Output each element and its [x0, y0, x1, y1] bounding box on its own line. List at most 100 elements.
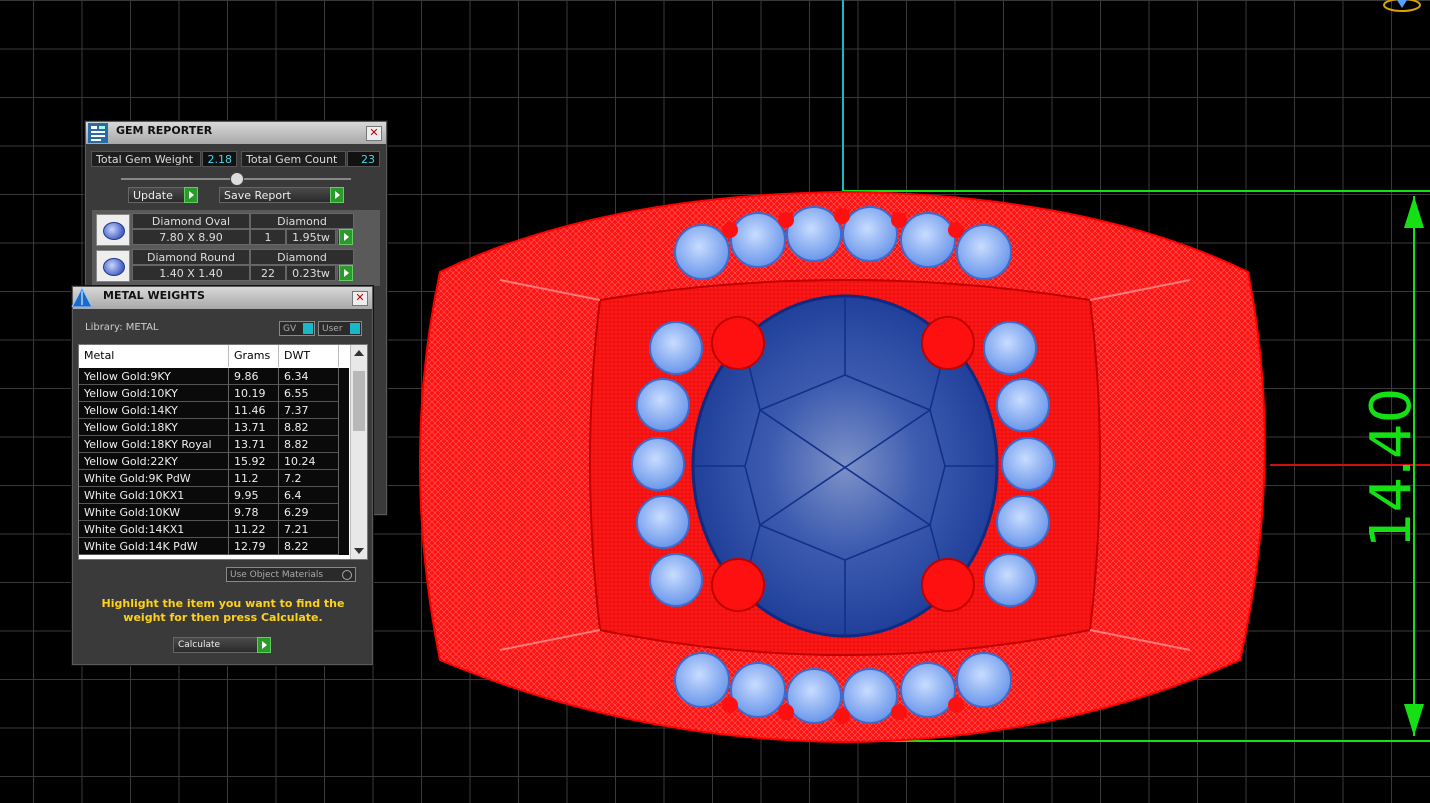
- scroll-thumb[interactable]: [353, 371, 365, 431]
- metal-cell: White Gold:10KW: [79, 504, 229, 521]
- metal-weights-icon: [71, 287, 91, 307]
- metal-weights-table: Metal Grams DWT Yellow Gold:9KY 9.86 6.34 Y…: [78, 344, 368, 560]
- update-button[interactable]: Update: [128, 187, 198, 203]
- oval-gem-thumbnail[interactable]: [96, 214, 130, 246]
- grams-cell: 15.92: [229, 453, 279, 470]
- table-row[interactable]: White Gold:14K PdW 12.79 8.22: [79, 538, 349, 555]
- metal-weights-title: METAL WEIGHTS: [103, 289, 205, 302]
- gem-select-button[interactable]: [337, 229, 353, 245]
- table-row[interactable]: Yellow Gold:18KY Royal 13.71 8.82: [79, 436, 349, 453]
- grams-cell: 12.79: [229, 538, 279, 555]
- gem-weight: 0.23tw: [286, 265, 336, 281]
- calculate-button-label: Calculate: [178, 640, 221, 650]
- total-gem-count-value: 23: [347, 151, 380, 167]
- toggle-knob: [303, 323, 313, 334]
- library-label: Library: METAL: [85, 322, 159, 333]
- calculate-hint: Highlight the item you want to find the …: [101, 597, 345, 624]
- dwt-cell: 7.21: [279, 521, 339, 538]
- gem-material: Diamond: [250, 213, 354, 229]
- column-header-grams[interactable]: Grams: [229, 345, 279, 367]
- gem-name: Diamond Round: [132, 249, 250, 265]
- dwt-cell: 7.37: [279, 402, 339, 419]
- save-report-button[interactable]: Save Report: [219, 187, 344, 203]
- metal-cell: Yellow Gold:22KY: [79, 453, 229, 470]
- dwt-cell: 6.34: [279, 368, 339, 385]
- toggle-knob: [350, 323, 360, 334]
- scroll-up-arrow[interactable]: [354, 350, 364, 356]
- gem-size: 1.40 X 1.40: [132, 265, 250, 281]
- scroll-down-arrow[interactable]: [354, 548, 364, 554]
- metal-cell: White Gold:14K PdW: [79, 538, 229, 555]
- metal-cell: Yellow Gold:18KY Royal: [79, 436, 229, 453]
- column-header-dwt[interactable]: DWT: [279, 345, 339, 367]
- metal-cell: White Gold:10KX1: [79, 487, 229, 504]
- metal-cell: Yellow Gold:18KY: [79, 419, 229, 436]
- gv-toggle-label: GV: [283, 324, 297, 334]
- gem-weight: 1.95tw: [286, 229, 336, 245]
- total-gem-weight-label: Total Gem Weight: [91, 151, 201, 167]
- table-row[interactable]: Yellow Gold:18KY 13.71 8.82: [79, 419, 349, 436]
- update-button-label: Update: [133, 189, 173, 202]
- gem-count: 1: [250, 229, 286, 245]
- use-object-materials-toggle[interactable]: Use Object Materials: [226, 567, 356, 582]
- gem-select-button[interactable]: [337, 265, 353, 281]
- play-icon: [339, 265, 353, 281]
- metal-weights-titlebar[interactable]: METAL WEIGHTS ✕: [71, 287, 372, 309]
- table-row[interactable]: Yellow Gold:14KY 11.46 7.37: [79, 402, 349, 419]
- table-row[interactable]: White Gold:9K PdW 11.2 7.2: [79, 470, 349, 487]
- gem-list: Diamond Oval Diamond 7.80 X 8.90 1 1.95t…: [92, 210, 380, 286]
- table-header: Metal Grams DWT: [79, 345, 367, 367]
- metal-cell: White Gold:9K PdW: [79, 470, 229, 487]
- play-icon: [257, 637, 271, 653]
- table-row[interactable]: White Gold:10KW 9.78 6.29: [79, 504, 349, 521]
- metal-weights-close-button[interactable]: ✕: [352, 291, 368, 306]
- gem-name: Diamond Oval: [132, 213, 250, 229]
- grams-cell: 9.78: [229, 504, 279, 521]
- gem-size: 7.80 X 8.90: [132, 229, 250, 245]
- gem-reporter-icon: [88, 123, 108, 143]
- gem-reporter-close-button[interactable]: ✕: [366, 126, 382, 141]
- play-icon: [184, 187, 198, 203]
- table-row[interactable]: Yellow Gold:10KY 10.19 6.55: [79, 385, 349, 402]
- table-row[interactable]: White Gold:14KX1 11.22 7.21: [79, 521, 349, 538]
- grams-cell: 13.71: [229, 419, 279, 436]
- dwt-cell: 10.24: [279, 453, 339, 470]
- round-gem-thumbnail[interactable]: [96, 250, 130, 282]
- metal-weights-panel: METAL WEIGHTS ✕ Library: METAL GV User M…: [71, 286, 373, 665]
- gem-material: Diamond: [250, 249, 354, 265]
- metal-cell: Yellow Gold:14KY: [79, 402, 229, 419]
- dwt-cell: 6.4: [279, 487, 339, 504]
- panel-slider-handle[interactable]: [230, 172, 244, 186]
- dwt-cell: 8.82: [279, 419, 339, 436]
- metal-cell: White Gold:14KX1: [79, 521, 229, 538]
- total-gem-weight-value: 2.18: [202, 151, 237, 167]
- grams-cell: 11.2: [229, 470, 279, 487]
- play-icon: [339, 229, 353, 245]
- column-header-metal[interactable]: Metal: [79, 345, 229, 367]
- dwt-cell: 6.55: [279, 385, 339, 402]
- radio-icon: [342, 570, 352, 580]
- table-scrollbar[interactable]: [350, 345, 367, 559]
- grams-cell: 11.46: [229, 402, 279, 419]
- dwt-cell: 8.82: [279, 436, 339, 453]
- dwt-cell: 8.22: [279, 538, 339, 555]
- metal-cell: Yellow Gold:9KY: [79, 368, 229, 385]
- grams-cell: 11.22: [229, 521, 279, 538]
- grams-cell: 9.95: [229, 487, 279, 504]
- gv-toggle[interactable]: GV: [279, 321, 315, 336]
- dwt-cell: 7.2: [279, 470, 339, 487]
- dwt-cell: 6.29: [279, 504, 339, 521]
- table-row[interactable]: White Gold:10KX1 9.95 6.4: [79, 487, 349, 504]
- user-toggle[interactable]: User: [318, 321, 362, 336]
- gem-count: 22: [250, 265, 286, 281]
- user-toggle-label: User: [322, 324, 343, 334]
- grams-cell: 13.71: [229, 436, 279, 453]
- gem-reporter-titlebar[interactable]: GEM REPORTER ✕: [86, 122, 386, 144]
- grams-cell: 10.19: [229, 385, 279, 402]
- table-row[interactable]: Yellow Gold:9KY 9.86 6.34: [79, 368, 349, 385]
- use-object-materials-label: Use Object Materials: [230, 570, 324, 580]
- save-report-button-label: Save Report: [224, 189, 291, 202]
- calculate-button[interactable]: Calculate: [173, 637, 271, 653]
- table-row[interactable]: Yellow Gold:22KY 15.92 10.24: [79, 453, 349, 470]
- gem-reporter-title: GEM REPORTER: [116, 124, 213, 137]
